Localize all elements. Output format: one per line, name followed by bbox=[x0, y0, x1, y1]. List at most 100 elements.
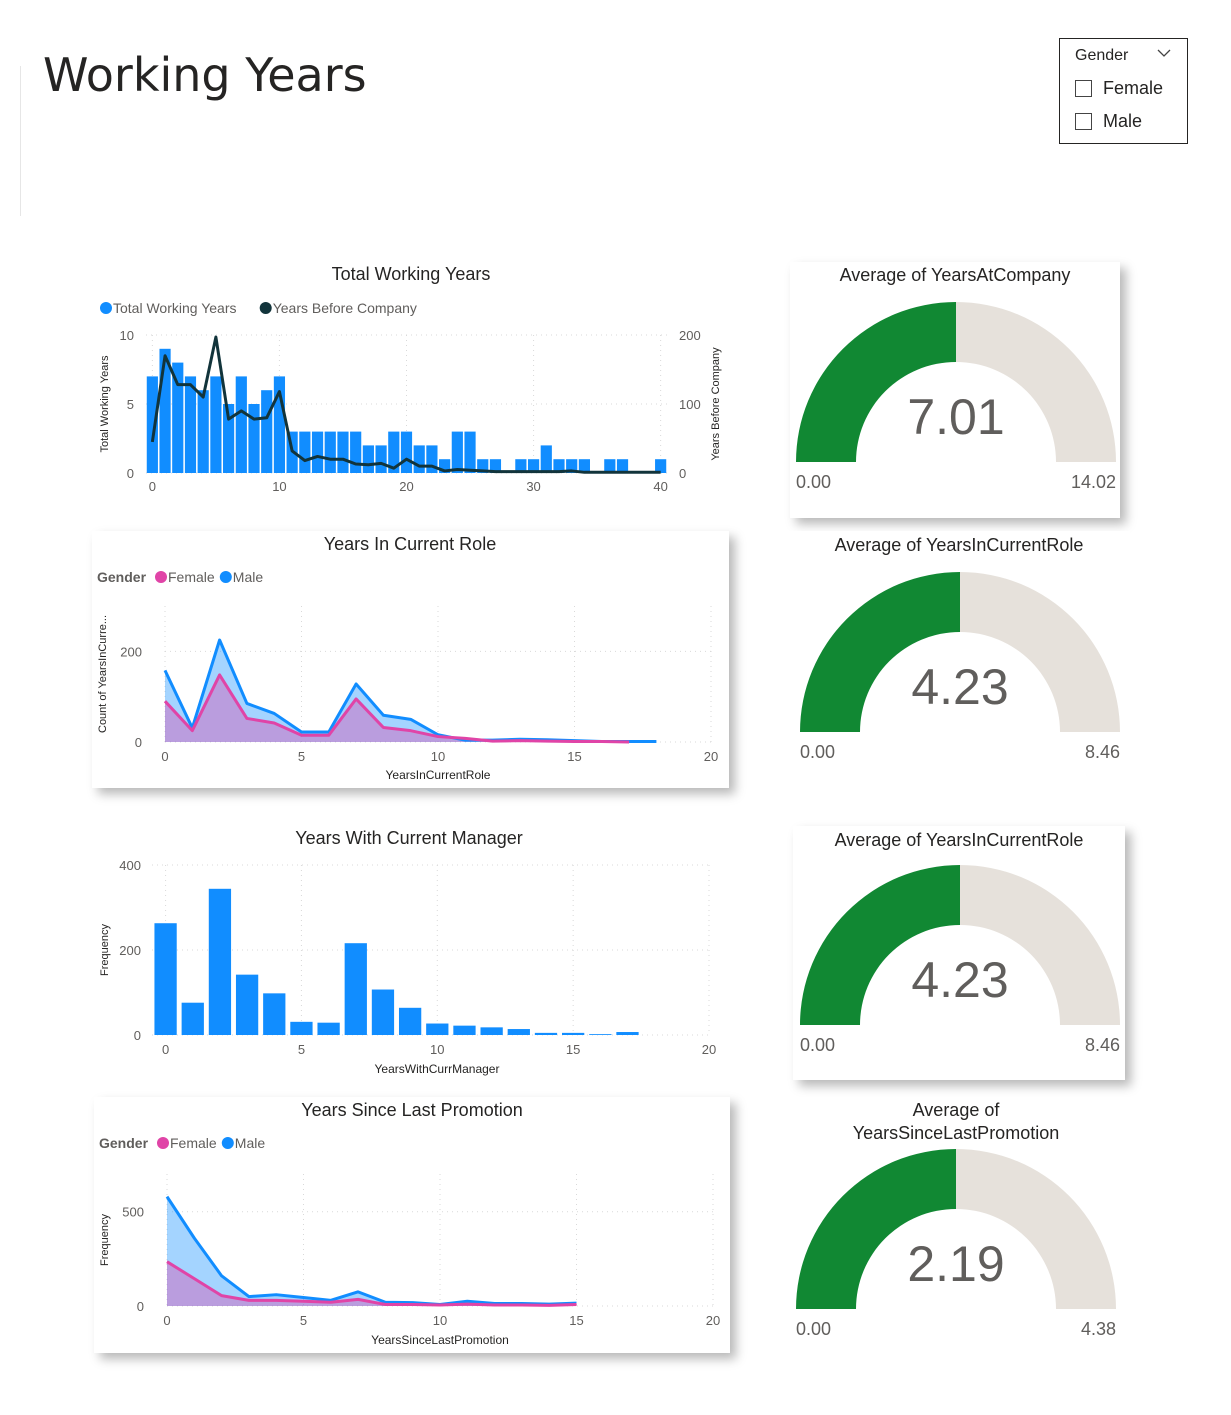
y-tick-label: 0 bbox=[127, 466, 134, 481]
bar bbox=[534, 1032, 558, 1035]
y-tick-label: 0 bbox=[135, 735, 142, 750]
y-tick-label: 0 bbox=[679, 466, 686, 481]
checkbox-female[interactable] bbox=[1075, 79, 1092, 97]
x-tick-label: 5 bbox=[300, 1313, 307, 1328]
chart-title: Years Since Last Promotion bbox=[301, 1100, 522, 1120]
bar bbox=[371, 989, 395, 1035]
bar bbox=[413, 445, 425, 473]
legend-item: Female bbox=[168, 569, 215, 585]
bar bbox=[562, 1032, 585, 1035]
x-tick-label: 15 bbox=[566, 1042, 580, 1057]
checkbox-male[interactable] bbox=[1075, 112, 1092, 130]
x-axis-title: YearsSinceLastPromotion bbox=[371, 1333, 509, 1347]
chart-title: Years With Current Manager bbox=[295, 828, 522, 848]
y-tick-label: 0 bbox=[137, 1299, 144, 1314]
bar bbox=[616, 1032, 639, 1035]
bar bbox=[263, 993, 286, 1035]
y-tick-label: 500 bbox=[122, 1205, 144, 1220]
x-tick-label: 10 bbox=[431, 749, 445, 764]
y-tick-label: 10 bbox=[120, 328, 134, 343]
chart-title: Years In Current Role bbox=[324, 534, 496, 554]
x-tick-label: 30 bbox=[526, 479, 540, 494]
gauge-value: 4.23 bbox=[911, 659, 1008, 715]
gender-slicer[interactable]: Gender Female Male bbox=[1059, 38, 1188, 144]
gauge-title: Average of YearsAtCompany bbox=[840, 265, 1071, 285]
bar bbox=[154, 923, 177, 1035]
gauge-visual-years-in-current-role[interactable]: Average of YearsInCurrentRole 4.23 0.00 8.4… bbox=[790, 531, 1130, 787]
gauge-max-label: 14.02 bbox=[1071, 472, 1116, 492]
x-tick-label: 0 bbox=[162, 1042, 169, 1057]
x-tick-label: 10 bbox=[430, 1042, 444, 1057]
bar bbox=[589, 1034, 612, 1035]
y-tick-label: 400 bbox=[119, 858, 141, 873]
x-tick-label: 20 bbox=[706, 1313, 720, 1328]
legend-marker bbox=[259, 302, 272, 314]
y-tick-label: 100 bbox=[679, 397, 701, 412]
bar bbox=[398, 1007, 422, 1035]
legend-marker bbox=[157, 1137, 169, 1149]
years-in-current-role-visual[interactable]: Years In Current Role Gender Female Male 0 5 1… bbox=[92, 531, 729, 788]
legend-marker bbox=[219, 571, 232, 583]
gauge-max-label: 8.46 bbox=[1085, 1035, 1120, 1055]
slicer-header: Gender bbox=[1075, 47, 1129, 64]
bar bbox=[451, 431, 463, 473]
bar bbox=[317, 1022, 340, 1035]
y-axis-title: Total Working Years bbox=[99, 355, 111, 453]
years-with-current-manager-visual[interactable]: Years With Current Manager 0 5 10 15 20 0 200 40… bbox=[92, 822, 732, 1082]
y-axis-title: Frequency bbox=[99, 924, 111, 976]
chevron-down-icon[interactable] bbox=[1157, 46, 1171, 61]
y2-axis-title: Years Before Company bbox=[710, 347, 722, 461]
bar bbox=[400, 431, 413, 473]
years-since-last-promotion-visual[interactable]: Years Since Last Promotion Gender Female Ma… bbox=[94, 1097, 730, 1353]
bar bbox=[344, 943, 367, 1035]
x-tick-label: 40 bbox=[653, 479, 667, 494]
legend-item: Female bbox=[170, 1135, 217, 1151]
x-tick-label: 5 bbox=[298, 749, 305, 764]
slicer-option-label: Female bbox=[1103, 77, 1164, 98]
x-tick-label: 20 bbox=[704, 749, 718, 764]
legend-item: Years Before Company bbox=[273, 300, 417, 316]
slicer-option-female[interactable]: Female bbox=[1075, 77, 1163, 99]
bar bbox=[299, 431, 311, 473]
years-with-current-manager-chart: Years With Current Manager0 5 10 15 20020040… bbox=[99, 828, 716, 1076]
x-axis-title: YearsWithCurrManager bbox=[375, 1062, 500, 1076]
page-title: Working Years bbox=[43, 48, 367, 102]
x-tick-label: 0 bbox=[163, 1313, 170, 1328]
x-tick-label: 0 bbox=[161, 749, 168, 764]
gauge-max-label: 4.38 bbox=[1081, 1319, 1116, 1339]
legend-item: Male bbox=[235, 1135, 266, 1151]
x-tick-label: 0 bbox=[149, 479, 156, 494]
gauge-title: Average of YearsInCurrentRole bbox=[835, 535, 1084, 555]
bar bbox=[464, 431, 476, 473]
gauge-visual-years-in-current-role-2[interactable]: Average of YearsInCurrentRole 4.23 0.00 8.4… bbox=[793, 826, 1125, 1080]
legend-item: Total Working Years bbox=[113, 300, 236, 316]
bar bbox=[375, 445, 387, 473]
x-tick-label: 10 bbox=[272, 479, 286, 494]
title-divider bbox=[20, 66, 21, 216]
gauge-min-label: 0.00 bbox=[800, 1035, 835, 1055]
bar bbox=[480, 1027, 503, 1035]
bar bbox=[311, 431, 324, 473]
bar bbox=[235, 376, 247, 473]
legend-title: Gender bbox=[99, 1135, 149, 1151]
slicer-option-male[interactable]: Male bbox=[1075, 110, 1142, 132]
y-axis-title: Frequency bbox=[99, 1214, 111, 1266]
gauge-visual-years-at-company[interactable]: Average of YearsAtCompany 7.01 0.00 14.02 bbox=[790, 262, 1120, 518]
bar bbox=[197, 390, 209, 473]
bar bbox=[362, 445, 374, 473]
bar bbox=[184, 376, 197, 473]
x-tick-label: 20 bbox=[399, 479, 413, 494]
gauge-title: YearsSinceLastPromotion bbox=[853, 1123, 1059, 1143]
bar bbox=[248, 404, 260, 473]
bar bbox=[210, 376, 222, 473]
gauge-years-in-current-role-2: Average of YearsInCurrentRole 4.23 0.00 8.4… bbox=[800, 830, 1120, 1055]
total-working-years-visual[interactable]: Total Working Years Total Working Years Ye… bbox=[92, 255, 732, 510]
gauge-title: Average of bbox=[913, 1100, 1001, 1120]
legend-title: Gender bbox=[97, 569, 147, 585]
gauge-value: 2.19 bbox=[907, 1236, 1004, 1292]
gauge-min-label: 0.00 bbox=[800, 742, 835, 762]
y-tick-label: 0 bbox=[134, 1028, 141, 1043]
gauge-visual-years-since-last-promotion[interactable]: Average of YearsSinceLastPromotion 2.19 0.0… bbox=[790, 1097, 1130, 1353]
y-tick-label: 200 bbox=[120, 644, 142, 659]
bar bbox=[324, 431, 336, 473]
